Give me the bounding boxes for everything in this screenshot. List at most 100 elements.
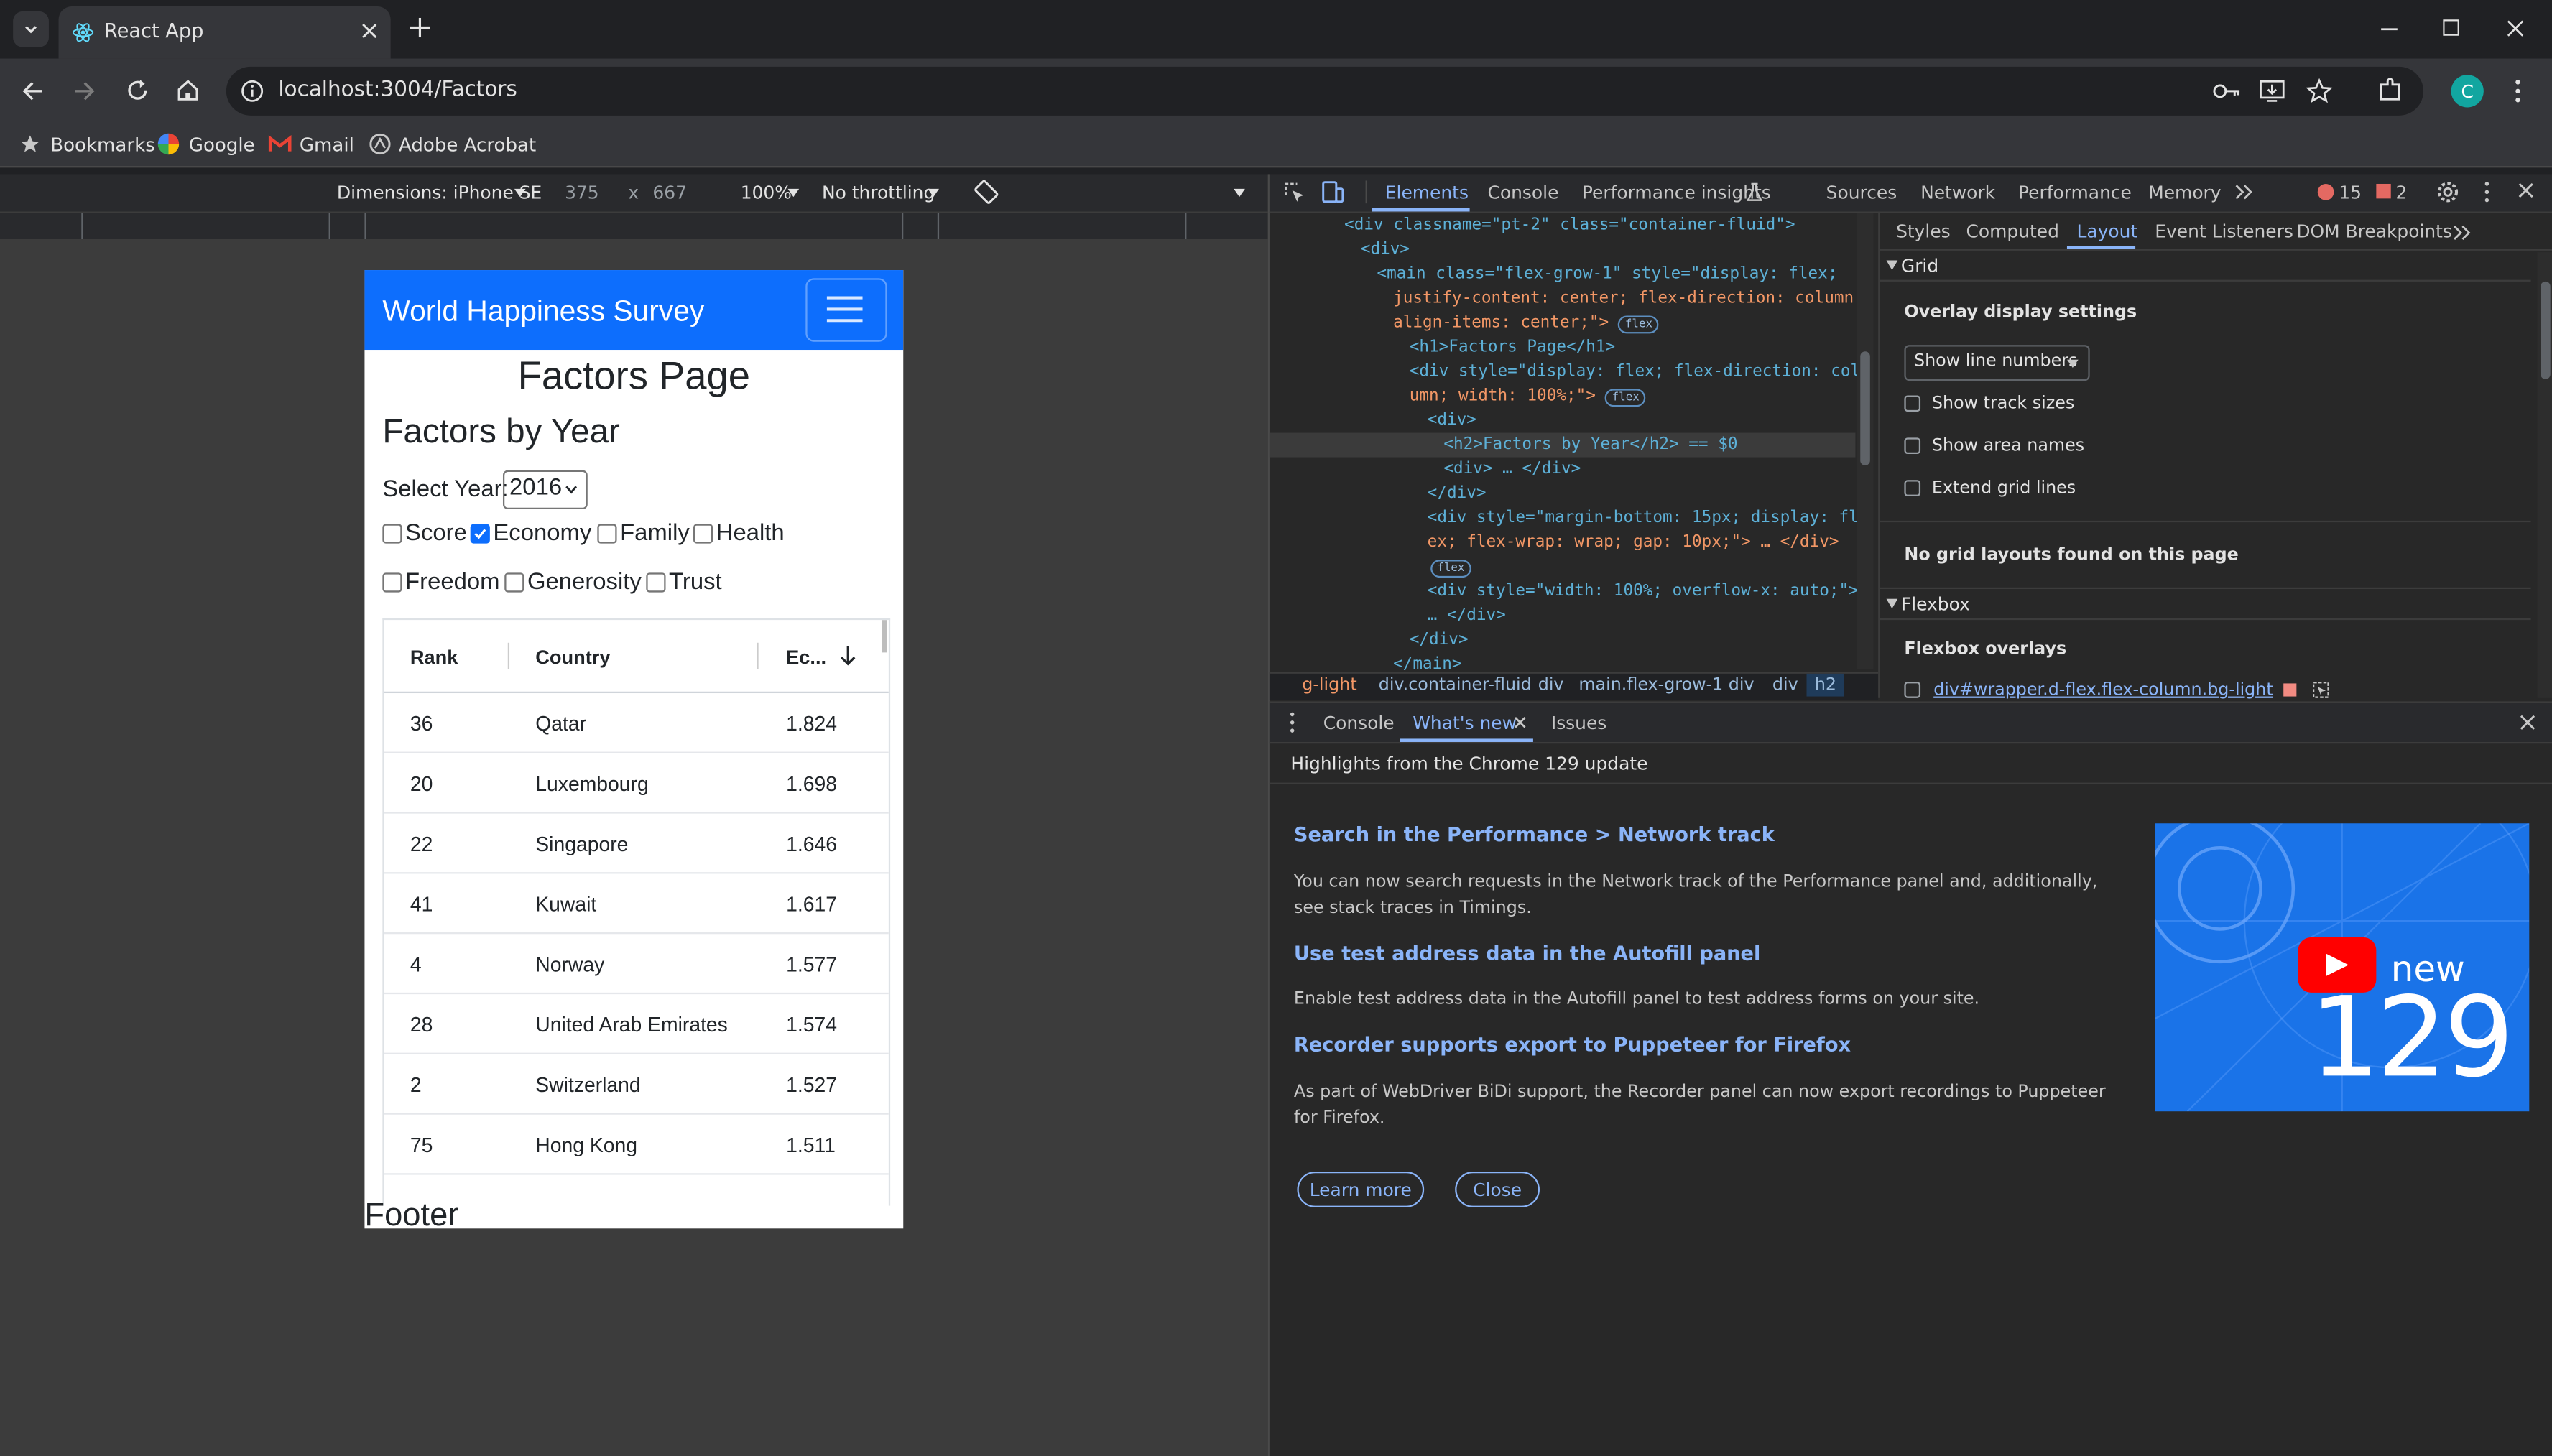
more-options-caret-icon[interactable] bbox=[1234, 188, 1245, 198]
close-tab-icon[interactable] bbox=[361, 23, 378, 40]
device-select[interactable]: Dimensions: iPhone SE bbox=[337, 182, 542, 203]
url-text[interactable]: localhost:3004/Factors bbox=[278, 78, 517, 103]
dom-line[interactable]: flex bbox=[1430, 555, 1471, 579]
install-app-icon[interactable] bbox=[2259, 78, 2285, 104]
password-key-icon[interactable] bbox=[2212, 80, 2242, 103]
column-header-country[interactable]: Country bbox=[535, 646, 610, 669]
sort-arrow-down-icon[interactable] bbox=[840, 646, 856, 666]
drawer-tab-issues[interactable]: Issues bbox=[1551, 713, 1606, 733]
throttling-select[interactable]: No throttling bbox=[822, 182, 935, 203]
feature-title-recorder[interactable]: Recorder supports export to Puppeteer fo… bbox=[1294, 1033, 1851, 1056]
bookmark-gmail[interactable]: Gmail bbox=[300, 134, 354, 157]
line-numbers-select[interactable]: Show line numbers bbox=[1904, 345, 2090, 381]
new-tab-icon[interactable] bbox=[410, 17, 430, 38]
dom-line[interactable]: <div style="margin-bottom: 15px; display… bbox=[1428, 506, 1859, 531]
more-tabs-icon[interactable] bbox=[2453, 225, 2471, 241]
bookmark-bookmarks[interactable]: Bookmarks bbox=[50, 134, 155, 157]
close-window-icon[interactable] bbox=[2507, 19, 2525, 37]
feature-title-search-network-track[interactable]: Search in the Performance > Network trac… bbox=[1294, 823, 1775, 846]
flex-badge[interactable]: flex bbox=[1430, 560, 1471, 578]
column-header-rank[interactable]: Rank bbox=[410, 646, 458, 669]
close-tab-icon[interactable] bbox=[1514, 716, 1527, 729]
year-select[interactable]: 2016 bbox=[502, 470, 588, 510]
dom-line[interactable]: <div> … </div> bbox=[1443, 458, 1581, 482]
dom-line[interactable]: justify-content: center; flex-direction:… bbox=[1393, 287, 1864, 311]
learn-more-button[interactable]: Learn more bbox=[1297, 1172, 1425, 1207]
breadcrumb-item[interactable]: div bbox=[1538, 675, 1564, 695]
checkbox-box[interactable] bbox=[1904, 395, 1921, 412]
chrome-menu-icon[interactable] bbox=[2513, 78, 2523, 104]
checkbox-box[interactable] bbox=[1904, 682, 1921, 698]
rotate-icon[interactable] bbox=[974, 179, 999, 205]
data-table[interactable]: Rank Country Ec... 36 Qatar 1.824 20 Luxembo… bbox=[382, 618, 891, 1206]
dom-line[interactable]: <div style="width: 100%; overflow-x: aut… bbox=[1428, 579, 1859, 603]
table-row[interactable]: 20 Luxembourg 1.698 bbox=[384, 753, 889, 814]
checkbox-economy[interactable]: Economy bbox=[470, 521, 591, 547]
tab-dom-breakpoints[interactable]: DOM Breakpoints bbox=[2296, 221, 2452, 242]
breadcrumb-item[interactable]: div.container-fluid bbox=[1379, 675, 1532, 695]
bookmark-google[interactable]: Google bbox=[189, 134, 255, 157]
tab-sources[interactable]: Sources bbox=[1826, 182, 1897, 203]
checkbox-box[interactable] bbox=[1904, 480, 1921, 496]
dom-line[interactable]: <main class="flex-grow-1" style="display… bbox=[1377, 262, 1837, 287]
checkbox-box[interactable] bbox=[646, 572, 666, 593]
dom-tree-scrollbar[interactable] bbox=[1857, 213, 1874, 669]
checkbox-box-checked[interactable] bbox=[470, 524, 490, 544]
address-bar[interactable]: localhost:3004/Factors bbox=[226, 66, 2424, 116]
breadcrumb-item[interactable]: g-light bbox=[1302, 675, 1356, 695]
tab-event-listeners[interactable]: Event Listeners bbox=[2155, 221, 2293, 242]
inspect-element-icon[interactable] bbox=[1284, 182, 1305, 203]
drawer-menu-icon[interactable] bbox=[1289, 711, 1295, 734]
checkbox-score[interactable]: Score bbox=[382, 521, 467, 547]
breadcrumb-item[interactable]: main.flex-grow-1 bbox=[1578, 675, 1723, 695]
tab-styles[interactable]: Styles bbox=[1896, 221, 1951, 242]
browser-tab[interactable]: React App bbox=[58, 6, 391, 59]
tab-computed[interactable]: Computed bbox=[1966, 221, 2058, 242]
checkbox-health[interactable]: Health bbox=[693, 521, 785, 547]
table-row[interactable]: 28 United Arab Emirates 1.574 bbox=[384, 994, 889, 1054]
tab-performance-insights[interactable]: Performance insights bbox=[1582, 182, 1771, 203]
width-input[interactable]: 375 bbox=[565, 182, 599, 203]
checkbox-show-track-sizes[interactable]: Show track sizes bbox=[1904, 394, 2074, 413]
checkbox-box[interactable] bbox=[382, 572, 402, 593]
more-tabs-icon[interactable] bbox=[2234, 184, 2252, 200]
checkbox-box[interactable] bbox=[1904, 437, 1921, 455]
tab-search-button[interactable] bbox=[13, 11, 49, 47]
dom-line[interactable]: … </div> bbox=[1428, 603, 1506, 628]
dom-line[interactable]: align-items: center;"> flex bbox=[1393, 311, 1660, 335]
tab-network[interactable]: Network bbox=[1920, 182, 1995, 203]
bookmark-adobe-acrobat[interactable]: Adobe Acrobat bbox=[399, 134, 536, 157]
flexbox-section-header[interactable]: Flexbox bbox=[1880, 587, 2531, 621]
checkbox-freedom[interactable]: Freedom bbox=[382, 570, 500, 595]
back-icon[interactable] bbox=[21, 80, 44, 103]
flex-overlay-item[interactable]: div#wrapper.d-flex.flex-column.bg-light bbox=[1904, 680, 2329, 700]
settings-gear-icon[interactable] bbox=[2436, 180, 2459, 203]
dom-line[interactable]: umn; width: 100%;"> flex bbox=[1410, 384, 1646, 409]
breadcrumb-item[interactable]: div bbox=[1772, 675, 1798, 695]
checkbox-family[interactable]: Family bbox=[597, 521, 690, 547]
table-row[interactable]: 75 Hong Kong 1.511 bbox=[384, 1115, 889, 1175]
grid-section-header[interactable]: Grid bbox=[1880, 251, 2531, 282]
dom-tree[interactable]: <div classname="pt-2" class="container-f… bbox=[1269, 213, 1874, 695]
checkbox-generosity[interactable]: Generosity bbox=[504, 570, 642, 595]
checkbox-box[interactable] bbox=[382, 524, 402, 544]
close-drawer-icon[interactable] bbox=[2520, 714, 2536, 731]
dom-line[interactable]: <div classname="pt-2" class="container-f… bbox=[1344, 213, 1795, 238]
checkbox-box[interactable] bbox=[693, 524, 713, 544]
navbar-toggler[interactable] bbox=[805, 278, 887, 342]
reload-icon[interactable] bbox=[125, 78, 149, 103]
checkbox-box[interactable] bbox=[504, 572, 524, 593]
device-toggle-icon[interactable] bbox=[1321, 180, 1344, 203]
navbar-brand[interactable]: World Happiness Survey bbox=[382, 295, 704, 329]
table-row[interactable]: 41 Kuwait 1.617 bbox=[384, 873, 889, 935]
bookmark-star-icon[interactable] bbox=[2306, 78, 2333, 104]
maximize-icon[interactable] bbox=[2443, 19, 2459, 36]
tab-layout[interactable]: Layout bbox=[2077, 221, 2138, 242]
dom-line[interactable]: </div> bbox=[1410, 628, 1469, 652]
tab-elements[interactable]: Elements bbox=[1385, 182, 1469, 203]
minimize-icon[interactable] bbox=[2380, 21, 2399, 37]
flex-overlay-node-link[interactable]: div#wrapper.d-flex.flex-column.bg-light bbox=[1933, 680, 2273, 700]
column-header-economy[interactable]: Ec... bbox=[786, 646, 826, 669]
site-info-icon[interactable] bbox=[241, 80, 264, 103]
zoom-select[interactable]: 100% bbox=[741, 182, 792, 203]
